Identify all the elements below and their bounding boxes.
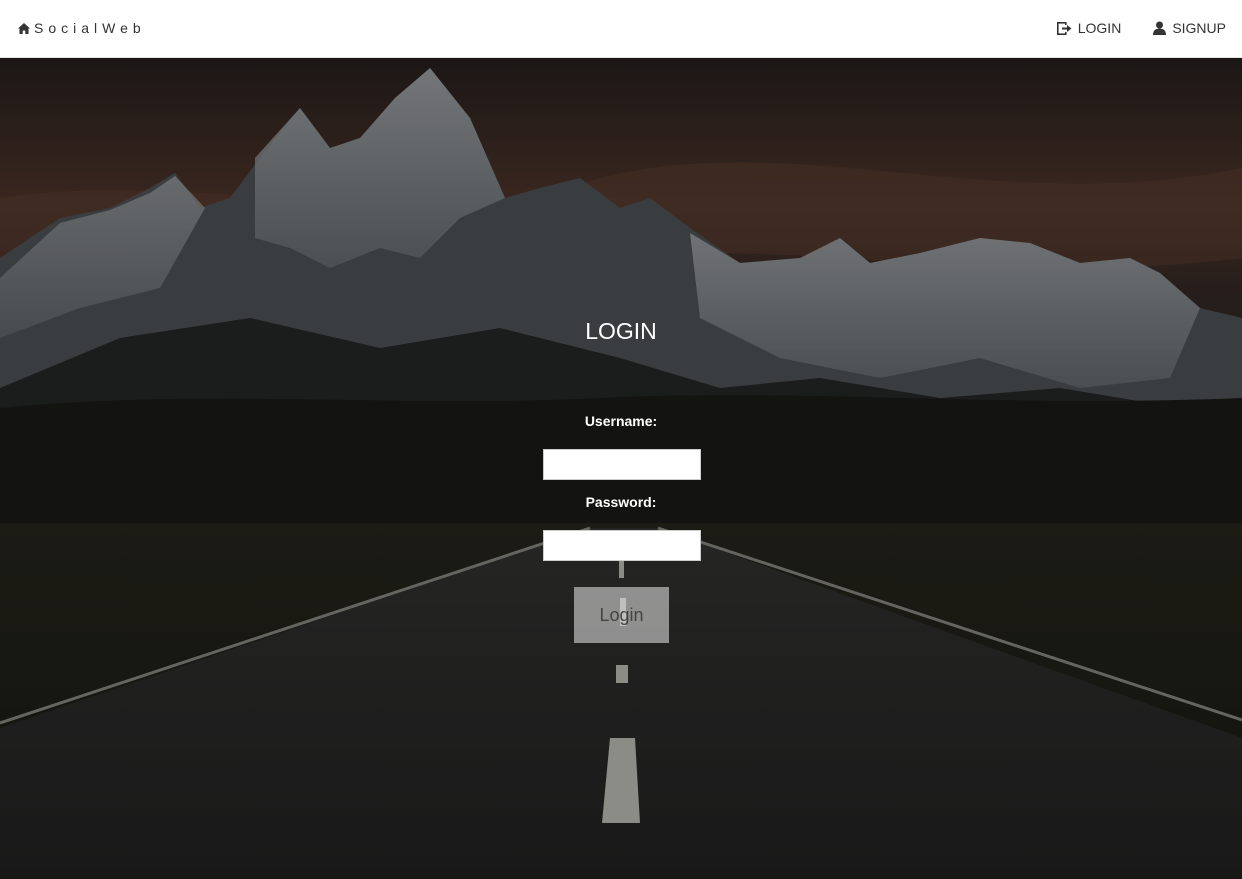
navbar: SocialWeb LOGIN SIGNUP [0,0,1242,58]
user-icon [1153,21,1167,35]
nav-login-label: LOGIN [1077,20,1122,36]
username-input[interactable] [543,449,701,480]
nav-links: LOGIN SIGNUP [1025,20,1226,36]
hero-section: LOGIN Username: Password: Login [0,58,1242,879]
password-label: Password: [585,494,657,510]
password-input[interactable] [543,530,701,561]
nav-signup-label: SIGNUP [1172,20,1226,36]
home-icon [18,22,30,34]
login-submit-button[interactable]: Login [574,587,669,643]
login-icon [1056,21,1072,35]
brand-link[interactable]: SocialWeb [18,20,146,36]
login-title: LOGIN [585,318,657,344]
nav-signup-link[interactable]: SIGNUP [1153,20,1226,36]
username-label: Username: [584,413,658,429]
nav-login-link[interactable]: LOGIN [1056,20,1122,36]
brand-label: SocialWeb [34,20,146,36]
login-form: LOGIN Username: Password: Login [0,58,1242,879]
